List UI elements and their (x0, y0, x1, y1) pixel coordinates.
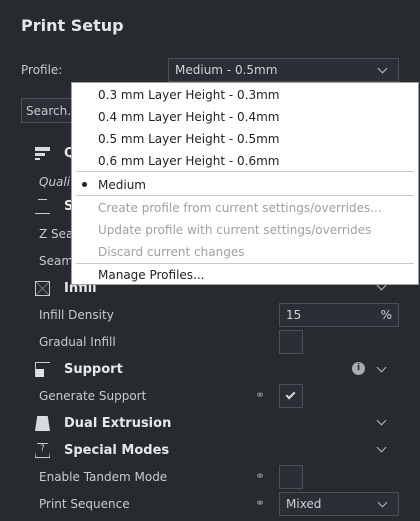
gradual-infill-label: Gradual Infill (39, 335, 116, 349)
generate-support-label: Generate Support (39, 389, 147, 403)
chevron-down-icon[interactable] (376, 362, 387, 373)
menu-item-profile-0.6[interactable]: 0.6 mm Layer Height - 0.6mm (98, 154, 279, 168)
menu-item-manage-profiles[interactable]: Manage Profiles... (98, 268, 205, 282)
dual-extrusion-icon (35, 416, 50, 431)
print-sequence-label: Print Sequence (39, 497, 130, 511)
quality-subtitle: Quali (39, 175, 71, 189)
menu-separator (76, 171, 414, 172)
menu-item-update-profile[interactable]: Update profile with current settings/ove… (98, 223, 371, 237)
quality-icon (35, 146, 50, 161)
chevron-down-icon (377, 63, 388, 74)
profile-menu: 0.3 mm Layer Height - 0.3mm 0.4 mm Layer… (71, 82, 419, 285)
menu-item-medium[interactable]: Medium (98, 178, 146, 192)
profile-label: Profile: (21, 63, 63, 77)
tandem-mode-label: Enable Tandem Mode (39, 470, 168, 484)
page-title: Print Setup (21, 16, 124, 35)
menu-item-profile-0.4[interactable]: 0.4 mm Layer Height - 0.4mm (98, 110, 279, 124)
profile-select[interactable]: Medium - 0.5mm (168, 58, 399, 82)
menu-separator (76, 195, 414, 196)
menu-item-discard-changes[interactable]: Discard current changes (98, 245, 244, 259)
link-icon[interactable]: ⚭ (255, 496, 265, 510)
support-icon (35, 362, 50, 377)
chevron-down-icon (377, 497, 388, 508)
menu-item-profile-0.5[interactable]: 0.5 mm Layer Height - 0.5mm (98, 132, 279, 146)
chevron-down-icon[interactable] (376, 442, 387, 453)
print-sequence-value: Mixed (286, 497, 322, 511)
link-icon[interactable]: ⚭ (255, 388, 265, 402)
infill-density-input[interactable]: 15 % (279, 303, 399, 327)
menu-separator (76, 263, 414, 264)
percent-unit: % (380, 308, 392, 322)
chevron-down-icon[interactable] (376, 415, 387, 426)
menu-item-create-profile[interactable]: Create profile from current settings/ove… (98, 201, 382, 215)
infill-density-value: 15 (286, 308, 302, 322)
info-icon[interactable]: i (352, 362, 365, 375)
infill-icon (35, 281, 50, 296)
checkmark-icon (285, 389, 296, 400)
special-modes-icon: ? (35, 443, 50, 458)
profile-value: Medium - 0.5mm (175, 63, 278, 77)
link-icon[interactable]: ⚭ (255, 469, 265, 483)
menu-item-profile-0.3[interactable]: 0.3 mm Layer Height - 0.3mm (98, 88, 279, 102)
dual-extrusion-heading[interactable]: Dual Extrusion (64, 416, 171, 431)
infill-density-label: Infill Density (39, 308, 114, 322)
tandem-mode-checkbox[interactable] (279, 465, 303, 489)
support-heading[interactable]: Support (64, 362, 123, 377)
generate-support-checkbox[interactable] (279, 384, 303, 408)
bullet-icon (82, 182, 87, 187)
seam-label: Seam (39, 254, 74, 268)
shell-icon (35, 199, 50, 214)
special-modes-heading[interactable]: Special Modes (64, 443, 169, 458)
gradual-infill-checkbox[interactable] (279, 330, 303, 354)
print-sequence-select[interactable]: Mixed (279, 492, 399, 516)
z-seam-label: Z Sea (39, 227, 74, 241)
